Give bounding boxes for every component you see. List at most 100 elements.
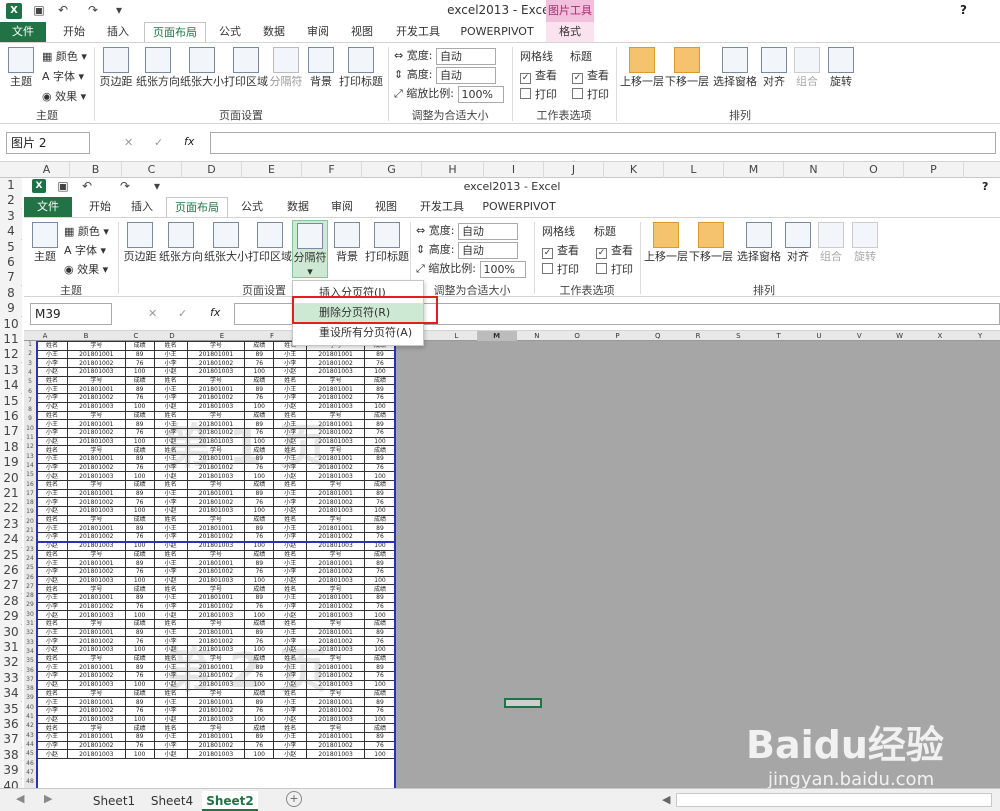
outer-row-number[interactable]: 13: [0, 362, 22, 378]
outer-row-number[interactable]: 8: [0, 285, 22, 301]
outer-row-number[interactable]: 15: [0, 393, 22, 409]
height-control[interactable]: ⇕ 高度: 自动: [394, 66, 496, 84]
outer-col-header[interactable]: M: [724, 162, 784, 178]
outer-row-number[interactable]: 3: [0, 208, 22, 224]
outer-row-number[interactable]: 14: [0, 378, 22, 394]
outer-row-number[interactable]: 2: [0, 193, 22, 209]
outer-formula-input[interactable]: [210, 132, 996, 154]
tab-file[interactable]: 文件: [0, 22, 46, 42]
insert-function-icon[interactable]: fx: [184, 135, 194, 148]
outer-row-number[interactable]: 33: [0, 670, 22, 686]
outer-row-number[interactable]: 22: [0, 501, 22, 517]
outer-row-number[interactable]: 10: [0, 316, 22, 332]
outer-row-number[interactable]: 5: [0, 239, 22, 255]
outer-col-header[interactable]: G: [362, 162, 422, 178]
outer-name-box[interactable]: 图片 2: [6, 132, 90, 154]
outer-row-number[interactable]: 28: [0, 593, 22, 609]
height-select[interactable]: 自动: [435, 66, 496, 84]
headings-view-checkbox[interactable]: ✓ 查看: [572, 67, 609, 84]
cancel-icon[interactable]: ✕: [124, 136, 133, 149]
sheet-tab-sheet2[interactable]: Sheet2: [202, 791, 258, 811]
outer-col-header[interactable]: F: [302, 162, 362, 178]
tab-format[interactable]: 格式: [546, 22, 594, 42]
align-button[interactable]: 对齐: [760, 47, 788, 89]
outer-row-number[interactable]: 35: [0, 701, 22, 717]
outer-row-number[interactable]: 18: [0, 439, 22, 455]
breaks-button[interactable]: 分隔符: [268, 47, 304, 89]
help-icon[interactable]: ?: [960, 3, 967, 17]
colors-button[interactable]: ▦ 颜色 ▾: [42, 48, 87, 64]
scale-input[interactable]: 100%: [457, 85, 504, 103]
outer-col-header[interactable]: I: [484, 162, 544, 178]
outer-col-header[interactable]: H: [422, 162, 484, 178]
themes-button[interactable]: 主题: [4, 47, 38, 89]
background-button[interactable]: 背景: [304, 47, 338, 89]
size-button[interactable]: 纸张大小: [180, 47, 224, 89]
bring-forward-button[interactable]: 上移一层: [620, 47, 664, 89]
outer-row-number[interactable]: 9: [0, 301, 22, 317]
fonts-button[interactable]: A 字体 ▾: [42, 68, 84, 84]
scale-control[interactable]: ⤢ 缩放比例: 100%: [394, 85, 504, 103]
outer-row-number[interactable]: 20: [0, 470, 22, 486]
embedded-screenshot-picture[interactable]: X ▣ ↶ ↷ ▾ excel2013 - Excel ? 文件 开始 插入 页…: [24, 178, 1000, 790]
outer-col-header[interactable]: P: [904, 162, 964, 178]
outer-col-header[interactable]: B: [70, 162, 122, 178]
gridlines-view-checkbox[interactable]: ✓ 查看: [520, 67, 557, 84]
tab-insert[interactable]: 插入: [100, 22, 136, 42]
horizontal-scrollbar[interactable]: [676, 793, 992, 807]
outer-row-number[interactable]: 38: [0, 747, 22, 763]
outer-row-number[interactable]: 37: [0, 732, 22, 748]
outer-row-number[interactable]: 34: [0, 686, 22, 702]
margins-button[interactable]: 页边距: [98, 47, 134, 89]
sheet-tab-sheet4[interactable]: Sheet4: [144, 791, 200, 811]
outer-row-number[interactable]: 29: [0, 609, 22, 625]
outer-row-number[interactable]: 26: [0, 563, 22, 578]
outer-row-number[interactable]: 7: [0, 270, 22, 286]
outer-col-header[interactable]: J: [544, 162, 604, 178]
group-button[interactable]: 组合: [792, 47, 822, 89]
outer-row-number[interactable]: 27: [0, 578, 22, 594]
tab-page-layout[interactable]: 页面布局: [144, 22, 206, 42]
outer-row-number[interactable]: 30: [0, 624, 22, 640]
tab-developer[interactable]: 开发工具: [390, 22, 446, 42]
outer-row-number[interactable]: 39: [0, 763, 22, 779]
print-titles-button[interactable]: 打印标题: [338, 47, 384, 89]
outer-col-header[interactable]: N: [784, 162, 844, 178]
outer-row-number[interactable]: 17: [0, 424, 22, 440]
outer-row-number[interactable]: 12: [0, 347, 22, 363]
outer-col-header[interactable]: A: [24, 162, 70, 178]
outer-col-header[interactable]: L: [664, 162, 724, 178]
tab-formulas[interactable]: 公式: [212, 22, 248, 42]
send-backward-button[interactable]: 下移一层: [664, 47, 710, 89]
outer-row-number[interactable]: 16: [0, 409, 22, 424]
print-area-button[interactable]: 打印区域: [224, 47, 268, 89]
outer-row-number[interactable]: 11: [0, 332, 22, 347]
width-control[interactable]: ⇔ 宽度: 自动: [394, 47, 496, 65]
headings-print-checkbox[interactable]: 打印: [572, 86, 609, 102]
outer-row-number[interactable]: 21: [0, 486, 22, 501]
orientation-button[interactable]: 纸张方向: [136, 47, 180, 89]
sheet-tab-sheet1[interactable]: Sheet1: [86, 791, 142, 811]
outer-row-number[interactable]: 23: [0, 516, 22, 532]
tab-review[interactable]: 审阅: [300, 22, 336, 42]
gridlines-print-checkbox[interactable]: 打印: [520, 86, 557, 102]
tab-home[interactable]: 开始: [54, 22, 94, 42]
prev-sheet-icon[interactable]: ◀: [16, 792, 24, 805]
enter-icon[interactable]: ✓: [154, 136, 163, 149]
selection-pane-button[interactable]: 选择窗格: [710, 47, 760, 89]
outer-col-header[interactable]: K: [604, 162, 664, 178]
outer-col-header[interactable]: O: [844, 162, 904, 178]
tab-view[interactable]: 视图: [344, 22, 380, 42]
outer-col-header[interactable]: E: [242, 162, 302, 178]
outer-row-number[interactable]: 1: [0, 178, 22, 193]
hscroll-left-icon[interactable]: ◀: [662, 793, 670, 806]
outer-col-header[interactable]: C: [122, 162, 182, 178]
tab-powerpivot[interactable]: POWERPIVOT: [456, 22, 538, 42]
effects-button[interactable]: ◉ 效果 ▾: [42, 88, 86, 104]
rotate-button[interactable]: 旋转: [826, 47, 856, 89]
width-select[interactable]: 自动: [435, 47, 496, 65]
outer-row-number[interactable]: 36: [0, 717, 22, 732]
outer-row-number[interactable]: 19: [0, 455, 22, 471]
outer-row-number[interactable]: 4: [0, 224, 22, 240]
outer-row-number[interactable]: 24: [0, 532, 22, 548]
